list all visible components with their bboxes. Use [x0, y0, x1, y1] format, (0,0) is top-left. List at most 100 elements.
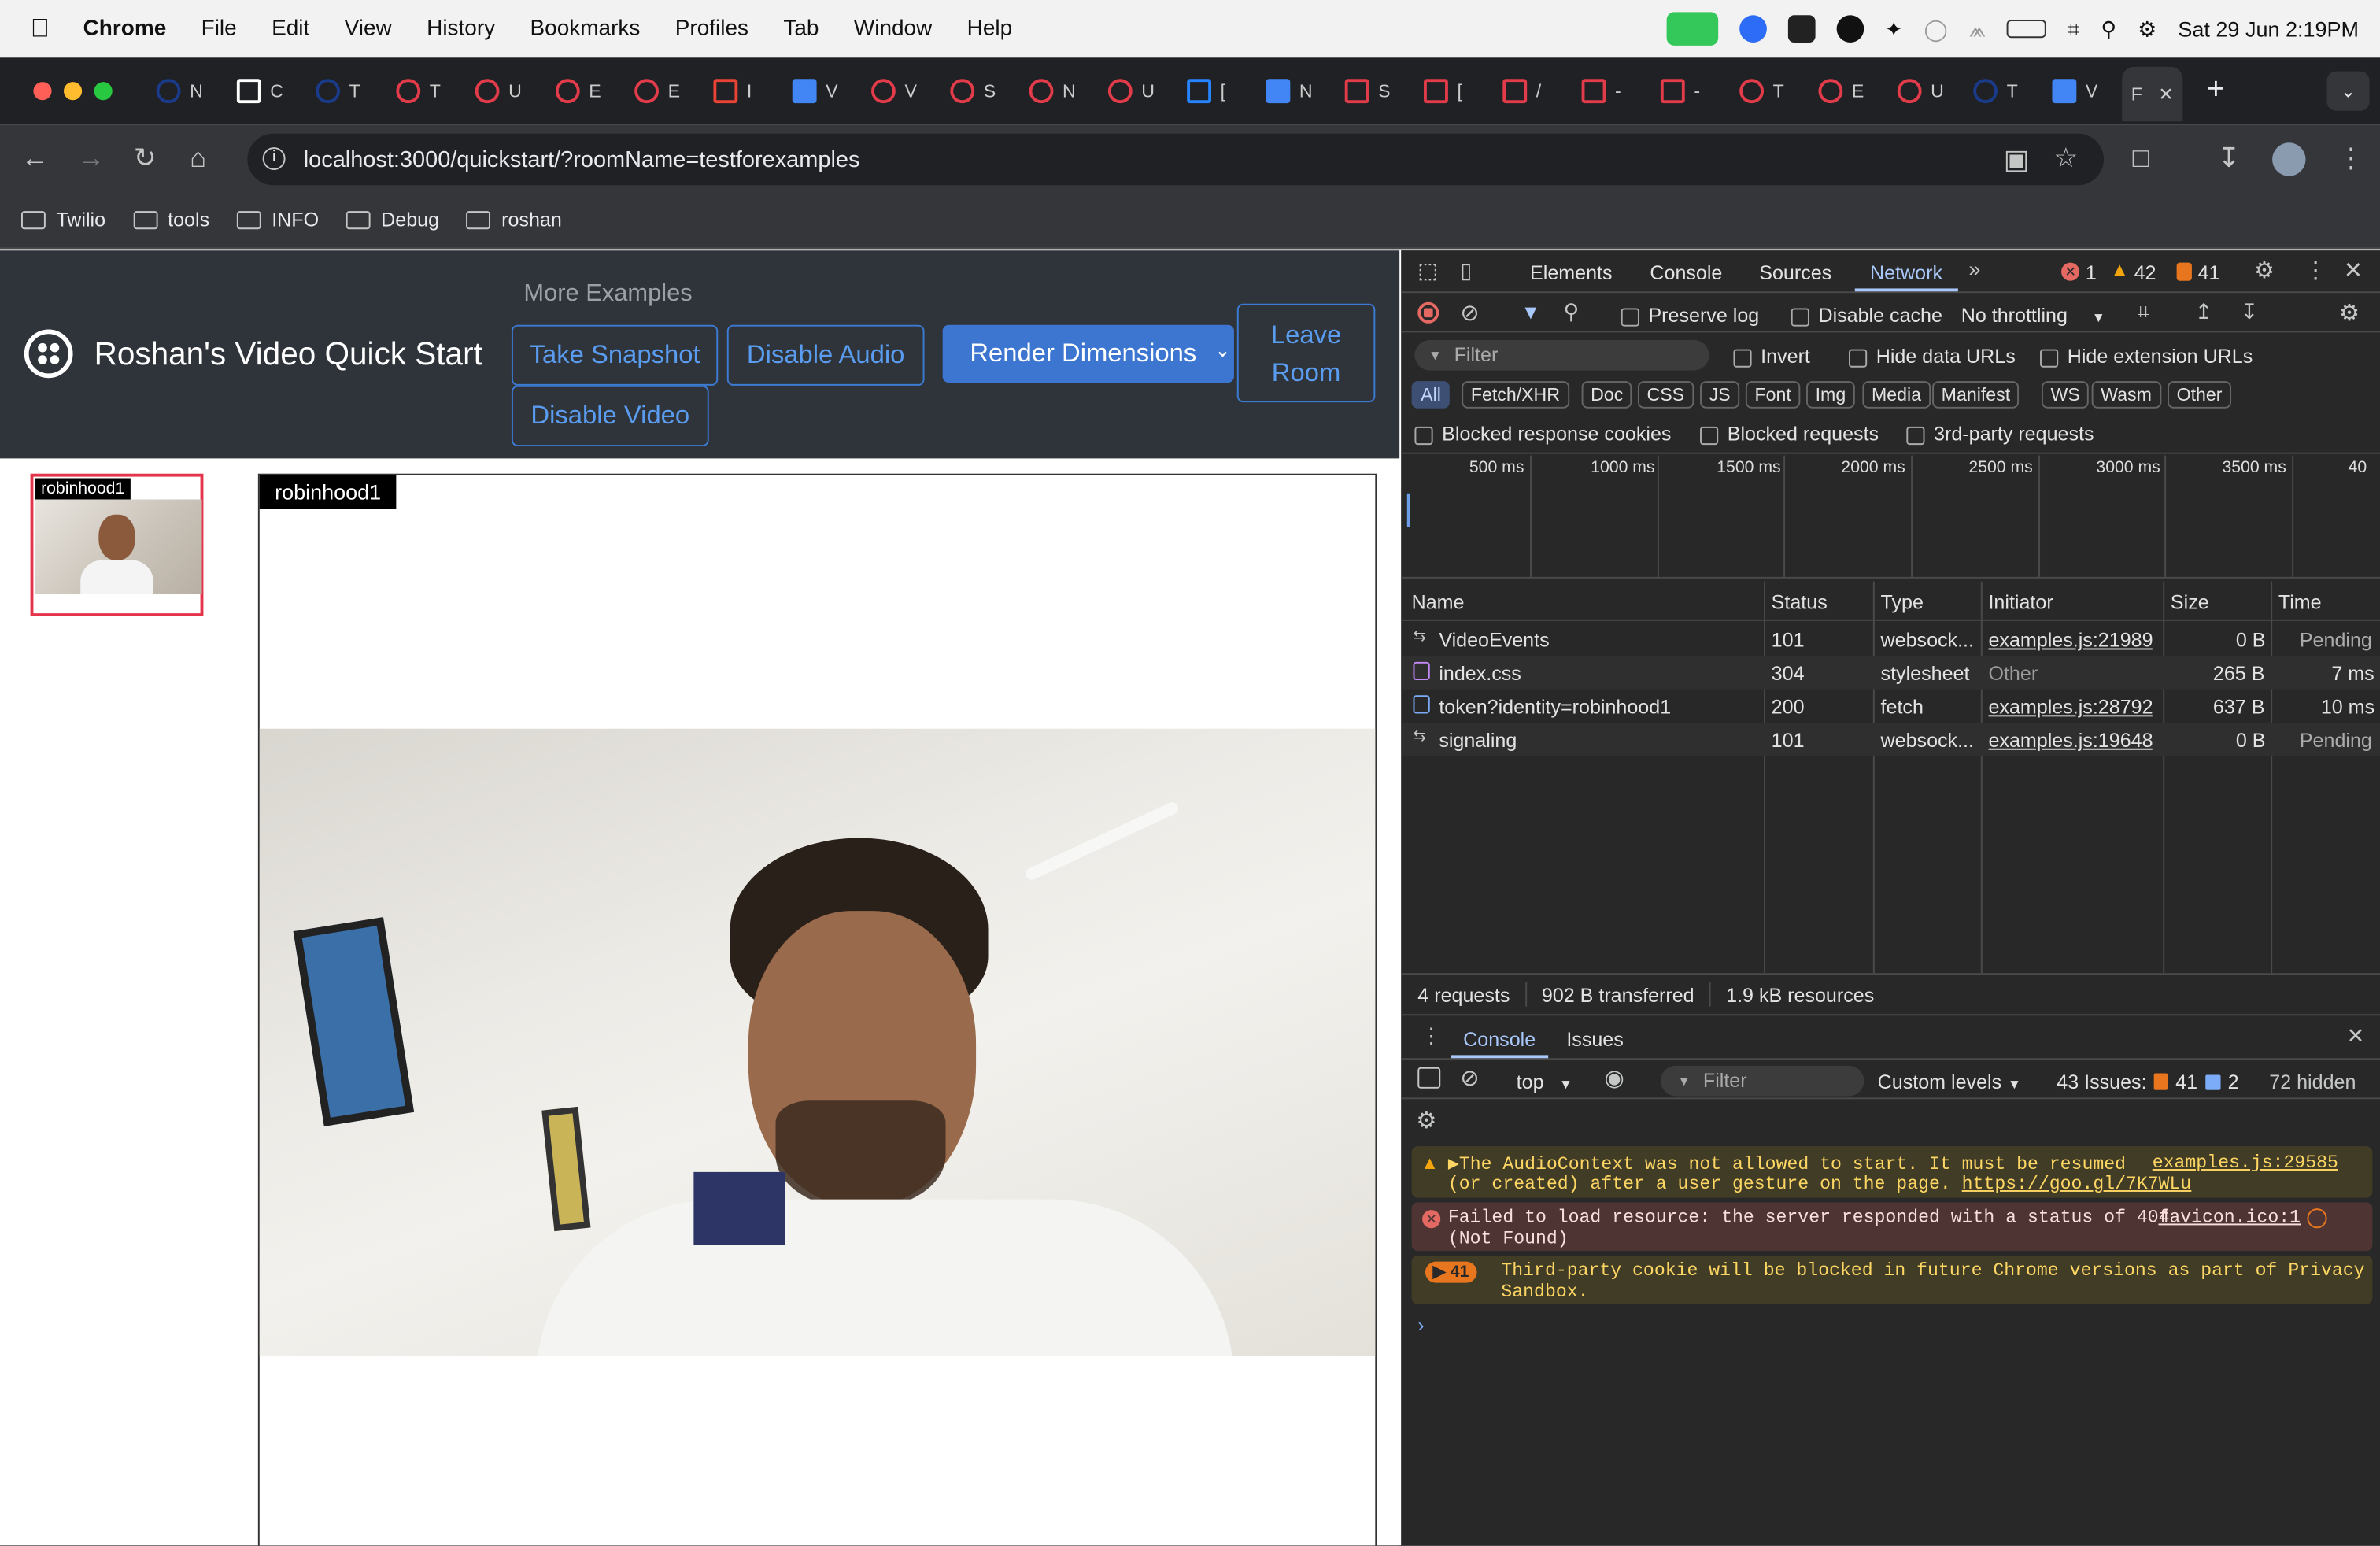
type-filter-img[interactable]: Img: [1806, 381, 1855, 409]
reload-icon[interactable]: ↻: [134, 144, 157, 172]
downloads-icon[interactable]: ↧: [2218, 144, 2241, 172]
tab-sources[interactable]: Sources: [1759, 261, 1831, 284]
drawer-tab-issues[interactable]: Issues: [1566, 1028, 1623, 1051]
column-initiator[interactable]: Initiator: [1988, 590, 2053, 613]
disable-video-button[interactable]: Disable Video: [511, 385, 709, 447]
forward-icon[interactable]: →: [77, 144, 105, 172]
type-filter-wasm[interactable]: Wasm: [2091, 381, 2161, 409]
console-prompt-icon[interactable]: ›: [1417, 1313, 1424, 1336]
profile-avatar[interactable]: [2272, 142, 2306, 176]
camera-in-use-icon[interactable]: ▣: [2004, 146, 2030, 173]
type-filter-media[interactable]: Media: [1862, 381, 1931, 409]
error-count[interactable]: 1: [2086, 261, 2097, 284]
browser-tab[interactable]: [: [1187, 76, 1266, 106]
browser-tab[interactable]: C: [236, 76, 316, 106]
devtools-settings-icon[interactable]: ⚙: [2254, 257, 2275, 284]
browser-tab[interactable]: E: [1818, 76, 1897, 106]
message-source[interactable]: favicon.ico:1: [2158, 1207, 2301, 1228]
console-message-error[interactable]: ✕ Failed to load resource: the server re…: [1411, 1202, 2373, 1252]
chrome-menu-icon[interactable]: ⋮: [2338, 144, 2365, 172]
more-info-icon[interactable]: [2307, 1208, 2327, 1229]
more-tabs-icon[interactable]: »: [1968, 257, 1980, 281]
bookmark-info[interactable]: INFO: [236, 208, 319, 231]
wand-icon[interactable]: ⩕: [1969, 16, 1986, 42]
device-toolbar-icon[interactable]: ▯: [1460, 258, 1472, 284]
bookmark-roshan[interactable]: roshan: [466, 208, 562, 231]
clear-icon[interactable]: ⊘: [1460, 299, 1479, 327]
inspect-element-icon[interactable]: ⬚: [1417, 258, 1438, 284]
column-status[interactable]: Status: [1772, 590, 1828, 613]
browser-tab[interactable]: U: [1897, 76, 1976, 106]
tab-search-button[interactable]: ⌄: [2326, 71, 2370, 111]
globe-icon[interactable]: ◯: [1924, 16, 1947, 42]
column-type[interactable]: Type: [1881, 590, 1924, 613]
new-tab-button[interactable]: +: [2207, 73, 2225, 108]
issues-summary[interactable]: 43 Issues: 41 2: [2057, 1071, 2238, 1093]
drawer-close-icon[interactable]: ✕: [2347, 1023, 2365, 1049]
bookmark-tools[interactable]: tools: [132, 208, 209, 231]
window-close-button[interactable]: [33, 82, 52, 101]
console-input[interactable]: [1442, 1310, 2367, 1341]
active-tab[interactable]: F ✕: [2122, 66, 2183, 122]
extensions-icon[interactable]: □: [2133, 144, 2149, 172]
console-message-issue[interactable]: ▶ 41 Third-party cookie will be blocked …: [1411, 1255, 2373, 1304]
clear-console-icon[interactable]: ⊘: [1460, 1064, 1479, 1092]
menu-profiles[interactable]: Profiles: [675, 17, 748, 41]
network-settings-icon[interactable]: ⚙: [2339, 299, 2360, 327]
request-name[interactable]: signaling: [1439, 729, 1517, 752]
browser-tab[interactable]: N: [1266, 76, 1344, 106]
type-filter-fetch-xhr[interactable]: Fetch/XHR: [1462, 381, 1569, 409]
console-message-warning[interactable]: ▲ ▶The AudioContext was not allowed to s…: [1411, 1146, 2373, 1198]
browser-tab[interactable]: /: [1502, 76, 1581, 106]
browser-tab[interactable]: U: [1107, 76, 1187, 106]
disable-audio-button[interactable]: Disable Audio: [726, 324, 925, 386]
column-name[interactable]: Name: [1412, 590, 1465, 613]
spotlight-search-icon[interactable]: ⚲: [2101, 16, 2116, 42]
console-settings-icon[interactable]: ⚙: [1416, 1107, 1436, 1134]
record-icon[interactable]: [1417, 301, 1439, 324]
facetime-icon[interactable]: [1666, 12, 1718, 46]
type-filter-ws[interactable]: WS: [2041, 381, 2090, 409]
hide-extension-urls-checkbox[interactable]: Hide extension URLs: [2040, 345, 2252, 368]
control-center-icon[interactable]: ⚙: [2138, 16, 2156, 42]
network-filter-input[interactable]: ▼ Filter: [1414, 340, 1709, 371]
browser-tab[interactable]: N: [156, 76, 235, 106]
butterfly-icon[interactable]: ✦: [1885, 16, 1903, 42]
blocked-requests-checkbox[interactable]: Blocked requests: [1700, 422, 1879, 445]
app-status-icon[interactable]: [1787, 15, 1816, 43]
browser-tab[interactable]: V: [2052, 76, 2131, 106]
request-initiator[interactable]: examples.js:28792: [1988, 695, 2153, 718]
window-zoom-button[interactable]: [94, 82, 113, 101]
console-filter-input[interactable]: ▼ Filter: [1660, 1065, 1864, 1097]
menubar-clock[interactable]: Sat 29 Jun 2:19PM: [2178, 17, 2359, 41]
address-bar[interactable]: i localhost:3000/quickstart/?roomName=te…: [247, 133, 2105, 186]
participant-thumbnail[interactable]: robinhood1: [30, 473, 204, 617]
menu-history[interactable]: History: [427, 17, 495, 41]
bookmark-twilio[interactable]: Twilio: [21, 208, 105, 231]
export-har-icon[interactable]: ↧: [2241, 299, 2259, 325]
tab-network[interactable]: Network: [1870, 261, 1942, 284]
error-count-icon[interactable]: ✕: [2061, 262, 2080, 281]
sidebar-toggle-icon[interactable]: [1417, 1067, 1441, 1089]
hide-data-urls-checkbox[interactable]: Hide data URLs: [1849, 345, 2016, 368]
take-snapshot-button[interactable]: Take Snapshot: [511, 324, 719, 386]
context-select[interactable]: top ▼: [1517, 1071, 1572, 1093]
menu-help[interactable]: Help: [967, 17, 1013, 41]
app-title[interactable]: Roshan's Video Quick Start: [94, 337, 482, 373]
bookmark-debug[interactable]: Debug: [346, 208, 439, 231]
apple-icon[interactable]: : [31, 13, 50, 44]
render-dimensions-dropdown[interactable]: Render Dimensions ⌄: [942, 324, 1234, 383]
import-har-icon[interactable]: ↥: [2195, 299, 2213, 325]
log-levels-select[interactable]: Custom levels ▼: [1878, 1071, 2021, 1093]
site-info-icon[interactable]: i: [262, 147, 286, 171]
search-icon[interactable]: ⚲: [1563, 299, 1579, 325]
browser-tab[interactable]: U: [475, 76, 554, 106]
issues-count[interactable]: 41: [2198, 261, 2220, 284]
menu-edit[interactable]: Edit: [272, 17, 309, 41]
column-size[interactable]: Size: [2171, 590, 2209, 613]
menu-tab[interactable]: Tab: [783, 17, 819, 41]
message-link[interactable]: https://goo.gl/7K7WLu: [1962, 1174, 2192, 1195]
type-filter-manifest[interactable]: Manifest: [1932, 381, 2020, 409]
back-icon[interactable]: ←: [21, 144, 49, 172]
menu-app-name[interactable]: Chrome: [83, 17, 167, 41]
